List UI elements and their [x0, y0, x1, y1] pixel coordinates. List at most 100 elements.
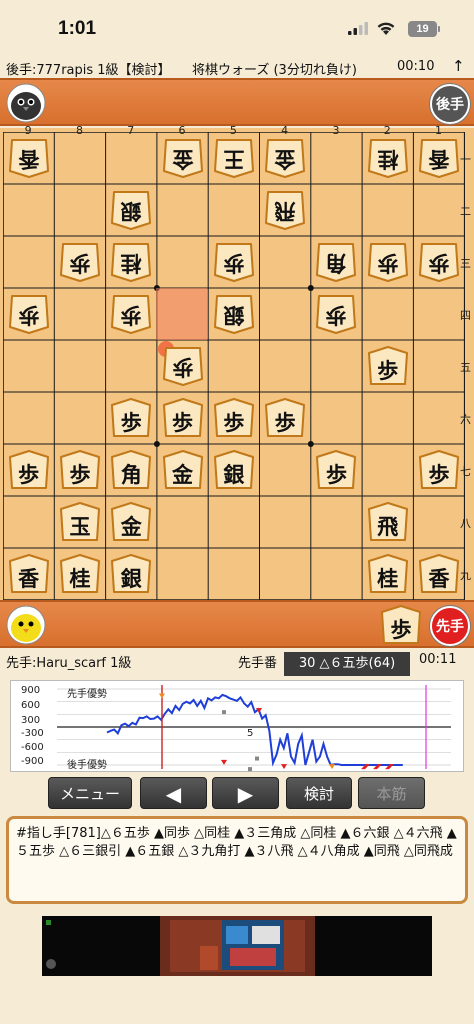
last-move-from-highlight — [156, 288, 207, 340]
piece-character: 香 — [428, 147, 450, 172]
sente-piece[interactable]: 歩 — [367, 346, 409, 386]
rule-label: 将棋ウォーズ (3分切れ負け) — [192, 63, 357, 78]
piece-character: 歩 — [120, 303, 142, 328]
next-move-button[interactable]: ▶ — [212, 777, 279, 809]
wifi-icon — [377, 22, 395, 35]
current-move-display: 30 △６五歩(64) — [284, 652, 410, 676]
sente-piece[interactable]: 銀 — [213, 450, 255, 490]
piece-character: 香 — [18, 566, 40, 591]
hand-piece[interactable]: 歩 — [380, 605, 422, 645]
sente-piece[interactable]: 金 — [162, 450, 204, 490]
gote-piece[interactable]: 金 — [162, 138, 204, 178]
gote-piece[interactable]: 歩 — [8, 294, 50, 334]
piece-character: 歩 — [69, 251, 91, 276]
sente-piece[interactable]: 金 — [110, 502, 152, 542]
piece-character: 歩 — [377, 358, 399, 383]
gote-piece[interactable]: 歩 — [110, 294, 152, 334]
sente-piece[interactable]: 香 — [418, 554, 460, 594]
piece-character: 桂 — [377, 566, 399, 591]
piece-character: 歩 — [325, 462, 347, 487]
piece-character: 金 — [172, 147, 194, 172]
gote-piece[interactable]: 銀 — [213, 294, 255, 334]
piece-character: 玉 — [69, 514, 91, 539]
gote-piece[interactable]: 歩 — [59, 242, 101, 282]
sente-piece[interactable]: 歩 — [8, 450, 50, 490]
piece-character: 王 — [223, 147, 245, 172]
piece-character: 歩 — [274, 410, 296, 435]
prev-move-button[interactable]: ◀ — [140, 777, 207, 809]
sente-piece[interactable]: 角 — [110, 450, 152, 490]
turn-label: 先手番 — [238, 656, 278, 671]
sente-piece[interactable]: 歩 — [162, 398, 204, 438]
gote-piece[interactable]: 飛 — [264, 190, 306, 230]
sente-piece[interactable]: 歩 — [315, 450, 357, 490]
sente-player-label: 先手:Haru_scarf 1級 — [6, 656, 132, 671]
gote-player-label: 後手:777rapis 1級【検討】 — [6, 63, 171, 78]
piece-character: 金 — [120, 514, 142, 539]
sente-avatar[interactable] — [6, 605, 46, 645]
piece-character: 香 — [18, 147, 40, 172]
piece-character: 歩 — [69, 462, 91, 487]
piece-character: 桂 — [377, 147, 399, 172]
gote-piece[interactable]: 王 — [213, 138, 255, 178]
ad-banner[interactable] — [42, 916, 432, 976]
piece-character: 桂 — [69, 566, 91, 591]
kifu-text-box[interactable]: #指し手[781]△６五歩 ▲同歩 △同桂 ▲３三角成 △同桂 ▲６六銀 △４六… — [6, 816, 468, 904]
gote-piece[interactable]: 銀 — [110, 190, 152, 230]
sente-piece[interactable]: 飛 — [367, 502, 409, 542]
sente-badge: 先手 — [430, 606, 470, 646]
sente-advantage-label: 先手優勢 — [67, 689, 107, 700]
y-label-minus600: -600 — [21, 742, 44, 753]
gote-piece[interactable]: 金 — [264, 138, 306, 178]
piece-character: 銀 — [120, 199, 142, 224]
evaluation-graph[interactable]: 900 600 300 -300 -600 -900 先手優勢 後手優勢 5 — [10, 680, 464, 772]
sente-piece[interactable]: 桂 — [367, 554, 409, 594]
sente-piece[interactable]: 香 — [8, 554, 50, 594]
sente-clock: 00:11 — [419, 652, 457, 667]
sente-piece[interactable]: 歩 — [418, 450, 460, 490]
piece-character: 歩 — [18, 462, 40, 487]
gote-piece[interactable]: 香 — [8, 138, 50, 178]
gote-piece[interactable]: 歩 — [367, 242, 409, 282]
piece-character: 香 — [428, 566, 450, 591]
gote-piece[interactable]: 香 — [418, 138, 460, 178]
piece-character: 歩 — [120, 410, 142, 435]
clock: 1:01 — [58, 18, 97, 39]
y-label-minus900: -900 — [21, 756, 44, 767]
piece-character: 飛 — [274, 199, 296, 224]
gote-piece[interactable]: 歩 — [162, 346, 204, 386]
sente-piece[interactable]: 銀 — [110, 554, 152, 594]
gote-avatar[interactable] — [6, 83, 46, 123]
gote-piece[interactable]: 歩 — [418, 242, 460, 282]
battery-icon: 19 — [408, 21, 440, 37]
piece-character: 歩 — [428, 462, 450, 487]
gote-piece[interactable]: 桂 — [367, 138, 409, 178]
sente-piece[interactable]: 玉 — [59, 502, 101, 542]
gote-piece[interactable]: 歩 — [315, 294, 357, 334]
sente-piece[interactable]: 歩 — [264, 398, 306, 438]
sente-piece[interactable]: 歩 — [110, 398, 152, 438]
main-line-button[interactable]: 本筋 — [358, 777, 425, 809]
sente-piece[interactable]: 桂 — [59, 554, 101, 594]
y-label-minus300: -300 — [21, 728, 44, 739]
ad-image[interactable] — [42, 916, 432, 976]
gote-piece-stand: 後手 — [0, 78, 474, 126]
piece-character: 金 — [172, 462, 194, 487]
piece-character: 銀 — [223, 462, 245, 487]
sente-piece[interactable]: 歩 — [213, 398, 255, 438]
piece-character: 歩 — [172, 410, 194, 435]
gote-piece[interactable]: 角 — [315, 242, 357, 282]
y-label-900: 900 — [21, 685, 41, 696]
gote-badge: 後手 — [430, 84, 470, 124]
sente-piece[interactable]: 歩 — [59, 450, 101, 490]
piece-character: 歩 — [18, 303, 40, 328]
piece-character: 歩 — [223, 251, 245, 276]
piece-character: 歩 — [223, 410, 245, 435]
menu-button[interactable]: メニュー — [48, 777, 132, 809]
gote-piece[interactable]: 桂 — [110, 242, 152, 282]
piece-character: 歩 — [428, 251, 450, 276]
gote-piece[interactable]: 歩 — [213, 242, 255, 282]
analyze-button[interactable]: 検討 — [286, 777, 352, 809]
piece-character: 歩 — [390, 617, 412, 642]
up-arrow-icon[interactable]: ↑ — [452, 57, 465, 75]
